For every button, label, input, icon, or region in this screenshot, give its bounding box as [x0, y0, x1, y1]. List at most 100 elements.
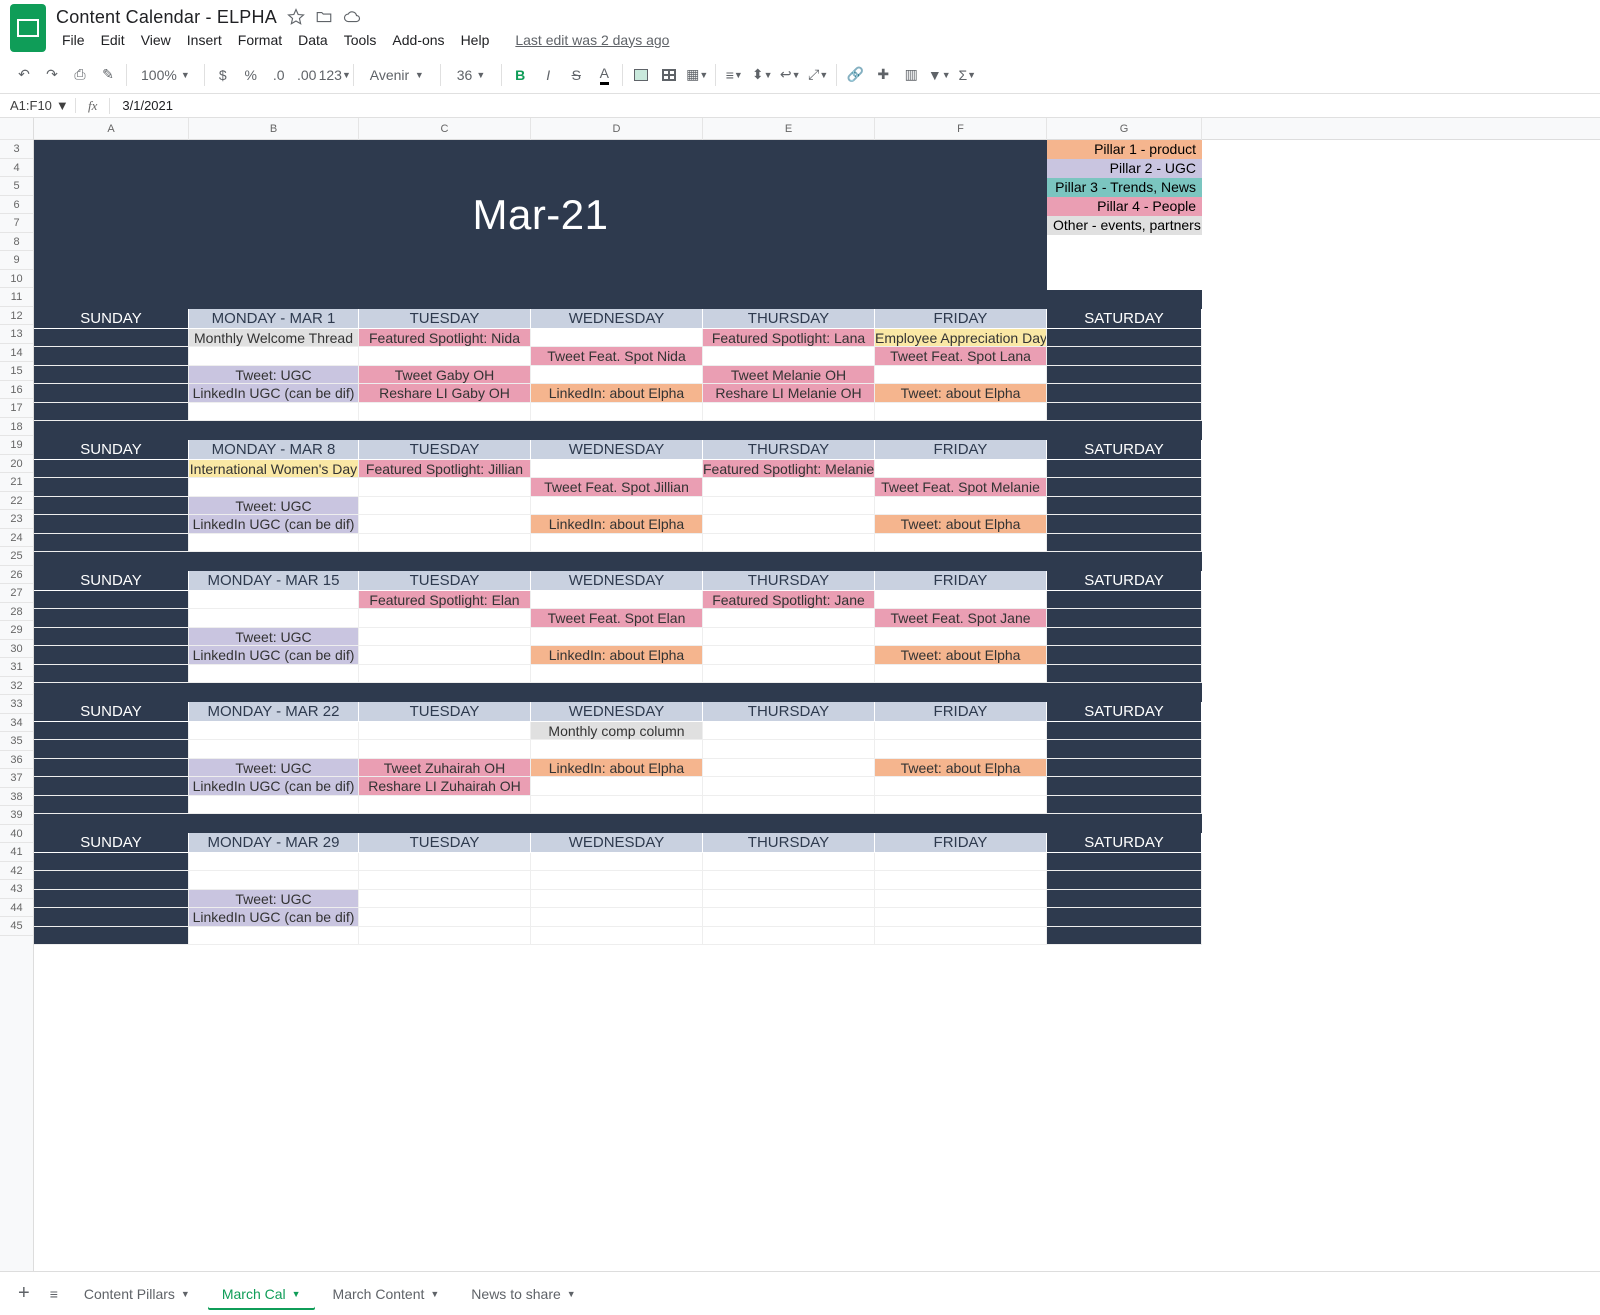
row-header[interactable]: 36 [0, 751, 33, 770]
calendar-cell[interactable] [531, 403, 703, 422]
folder-move-icon[interactable] [315, 8, 333, 26]
calendar-cell[interactable] [359, 796, 531, 815]
calendar-cell[interactable] [531, 927, 703, 946]
calendar-cell[interactable] [359, 871, 531, 890]
calendar-cell[interactable] [703, 515, 875, 534]
calendar-cell[interactable] [875, 722, 1047, 741]
grid-content[interactable]: Mar-21Pillar 1 - productPillar 2 - UGCPi… [34, 140, 1600, 945]
row-header[interactable]: 8 [0, 233, 33, 252]
calendar-cell[interactable]: Tweet: about Elpha [875, 759, 1047, 778]
calendar-cell[interactable]: LinkedIn UGC (can be dif) [189, 908, 359, 927]
row-header[interactable]: 34 [0, 714, 33, 733]
calendar-cell[interactable] [359, 609, 531, 628]
calendar-cell[interactable] [531, 777, 703, 796]
calendar-cell[interactable] [531, 534, 703, 553]
calendar-cell[interactable]: Reshare LI Zuhairah OH [359, 777, 531, 796]
row-header[interactable]: 22 [0, 492, 33, 511]
calendar-cell[interactable] [703, 796, 875, 815]
row-header[interactable]: 41 [0, 843, 33, 862]
row-header[interactable]: 14 [0, 344, 33, 363]
redo-icon[interactable]: ↷ [42, 65, 62, 85]
calendar-cell[interactable]: Featured Spotlight: Jane [703, 591, 875, 610]
sheet-tab[interactable]: News to share▼ [457, 1278, 589, 1310]
calendar-cell[interactable] [34, 478, 189, 497]
menu-edit[interactable]: Edit [95, 30, 131, 50]
calendar-cell[interactable] [875, 403, 1047, 422]
col-header[interactable]: B [189, 118, 359, 140]
calendar-cell[interactable] [703, 722, 875, 741]
calendar-cell[interactable] [875, 534, 1047, 553]
calendar-cell[interactable]: LinkedIn UGC (can be dif) [189, 384, 359, 403]
calendar-cell[interactable] [189, 609, 359, 628]
all-sheets-button[interactable]: ≡ [42, 1286, 66, 1302]
calendar-cell[interactable] [875, 927, 1047, 946]
calendar-cell[interactable] [1047, 460, 1202, 479]
calendar-cell[interactable]: Tweet Gaby OH [359, 366, 531, 385]
calendar-cell[interactable] [875, 871, 1047, 890]
calendar-cell[interactable]: Monthly Welcome Thread [189, 329, 359, 348]
calendar-cell[interactable] [1047, 740, 1202, 759]
calendar-cell[interactable] [531, 871, 703, 890]
wrap-button[interactable]: ↩▼ [780, 65, 800, 85]
calendar-cell[interactable] [189, 871, 359, 890]
calendar-cell[interactable]: LinkedIn: about Elpha [531, 646, 703, 665]
row-header[interactable]: 10 [0, 270, 33, 289]
row-header[interactable]: 30 [0, 640, 33, 659]
calendar-cell[interactable] [189, 927, 359, 946]
calendar-cell[interactable]: LinkedIn UGC (can be dif) [189, 777, 359, 796]
menu-data[interactable]: Data [292, 30, 334, 50]
row-header[interactable]: 28 [0, 603, 33, 622]
col-header[interactable]: D [531, 118, 703, 140]
calendar-cell[interactable]: Featured Spotlight: Elan [359, 591, 531, 610]
calendar-cell[interactable]: Tweet Feat. Spot Lana [875, 347, 1047, 366]
row-header[interactable]: 12 [0, 307, 33, 326]
calendar-cell[interactable] [359, 515, 531, 534]
calendar-cell[interactable]: Tweet Feat. Spot Nida [531, 347, 703, 366]
row-header[interactable]: 20 [0, 455, 33, 474]
calendar-cell[interactable] [531, 908, 703, 927]
calendar-cell[interactable]: Tweet: UGC [189, 497, 359, 516]
functions-icon[interactable]: Σ▼ [957, 65, 977, 85]
calendar-cell[interactable]: LinkedIn: about Elpha [531, 515, 703, 534]
calendar-cell[interactable] [1047, 478, 1202, 497]
font-size-select[interactable]: 36▼ [449, 65, 494, 85]
document-title[interactable]: Content Calendar - ELPHA [56, 7, 277, 28]
formula-input[interactable]: 3/1/2021 [110, 98, 185, 113]
calendar-cell[interactable] [34, 609, 189, 628]
calendar-cell[interactable]: LinkedIn: about Elpha [531, 384, 703, 403]
calendar-cell[interactable] [875, 628, 1047, 647]
calendar-cell[interactable]: Monthly comp column [531, 722, 703, 741]
dec-increase-icon[interactable]: .00 [297, 65, 317, 85]
menu-tools[interactable]: Tools [338, 30, 383, 50]
calendar-cell[interactable] [34, 759, 189, 778]
col-header[interactable]: G [1047, 118, 1202, 140]
row-header[interactable]: 19 [0, 436, 33, 455]
calendar-cell[interactable]: Employee Appreciation Day [875, 329, 1047, 348]
calendar-cell[interactable] [875, 908, 1047, 927]
calendar-cell[interactable] [189, 722, 359, 741]
sheets-logo-icon[interactable] [10, 4, 46, 52]
calendar-cell[interactable] [359, 646, 531, 665]
h-align-button[interactable]: ≡▼ [724, 65, 744, 85]
calendar-cell[interactable] [34, 927, 189, 946]
calendar-cell[interactable] [1047, 777, 1202, 796]
calendar-cell[interactable] [1047, 871, 1202, 890]
italic-button[interactable]: I [538, 65, 558, 85]
col-header[interactable]: E [703, 118, 875, 140]
link-icon[interactable]: 🔗 [845, 65, 865, 85]
calendar-cell[interactable] [34, 384, 189, 403]
calendar-cell[interactable] [703, 347, 875, 366]
calendar-cell[interactable] [1047, 722, 1202, 741]
calendar-cell[interactable] [1047, 927, 1202, 946]
calendar-cell[interactable]: LinkedIn UGC (can be dif) [189, 515, 359, 534]
row-header[interactable]: 39 [0, 806, 33, 825]
font-select[interactable]: Avenir▼ [362, 65, 432, 85]
calendar-cell[interactable]: Tweet: UGC [189, 628, 359, 647]
calendar-cell[interactable]: Tweet: about Elpha [875, 646, 1047, 665]
calendar-cell[interactable]: LinkedIn: about Elpha [531, 759, 703, 778]
calendar-cell[interactable] [359, 403, 531, 422]
calendar-cell[interactable] [703, 646, 875, 665]
calendar-cell[interactable] [703, 478, 875, 497]
calendar-cell[interactable]: Tweet: UGC [189, 366, 359, 385]
calendar-cell[interactable] [34, 740, 189, 759]
